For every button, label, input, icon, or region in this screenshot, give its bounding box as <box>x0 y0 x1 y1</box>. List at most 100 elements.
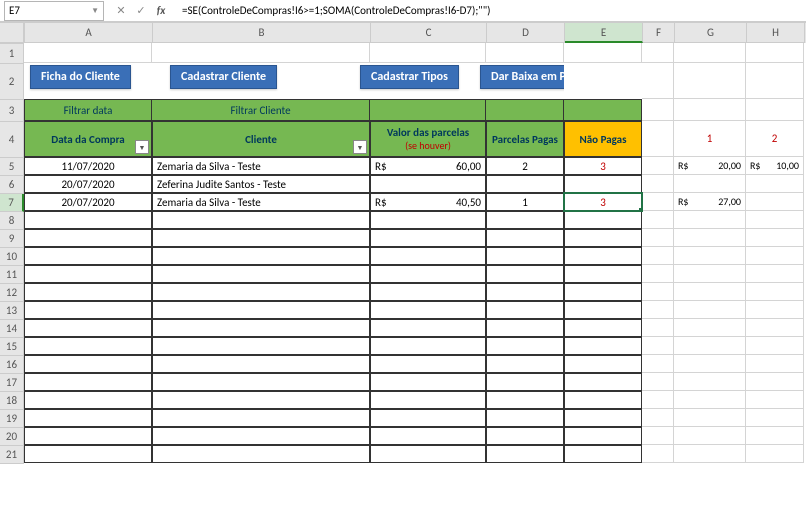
cell-D17[interactable] <box>486 373 564 391</box>
cell-H14[interactable] <box>746 319 804 337</box>
cell-C16[interactable] <box>370 355 486 373</box>
header-cliente[interactable]: Cliente ▼ <box>152 121 370 157</box>
cell-B19[interactable] <box>152 409 370 427</box>
cell-D20[interactable] <box>486 427 564 445</box>
cell-A12[interactable] <box>24 283 152 301</box>
col-header-D[interactable]: D <box>487 23 565 43</box>
cell-H20[interactable] <box>746 427 804 445</box>
cell-G11[interactable] <box>674 265 746 283</box>
cell-H5[interactable]: R$10,00 <box>746 157 804 175</box>
cell-A19[interactable] <box>24 409 152 427</box>
cell-D21[interactable] <box>486 445 564 463</box>
cell-H6[interactable] <box>746 175 804 193</box>
cell-nao-pagas[interactable]: 3 <box>564 193 642 211</box>
cell-F16[interactable] <box>642 355 674 373</box>
cell-H1[interactable] <box>746 43 804 63</box>
cell-H3[interactable] <box>746 99 804 121</box>
cell-E12[interactable] <box>564 283 642 301</box>
cell-B12[interactable] <box>152 283 370 301</box>
filter-dropdown-icon[interactable]: ▼ <box>135 140 149 154</box>
cell-E2[interactable] <box>564 63 642 99</box>
cell-B9[interactable] <box>152 229 370 247</box>
cell-G9[interactable] <box>674 229 746 247</box>
cell-C18[interactable] <box>370 391 486 409</box>
cell-F15[interactable] <box>642 337 674 355</box>
cell-B1[interactable] <box>152 43 370 63</box>
cell-G21[interactable] <box>674 445 746 463</box>
cell-E8[interactable] <box>564 211 642 229</box>
cell-F19[interactable] <box>642 409 674 427</box>
cell-E9[interactable] <box>564 229 642 247</box>
cell-E17[interactable] <box>564 373 642 391</box>
cell-B11[interactable] <box>152 265 370 283</box>
cell-G18[interactable] <box>674 391 746 409</box>
row-header-7[interactable]: 7 <box>0 194 24 212</box>
cell-F18[interactable] <box>642 391 674 409</box>
cell-G1[interactable] <box>674 43 746 63</box>
col-header-B[interactable]: B <box>153 23 371 43</box>
cell-F17[interactable] <box>642 373 674 391</box>
cell-cliente[interactable]: Zemaria da Silva - Teste <box>152 193 370 211</box>
cell-B16[interactable] <box>152 355 370 373</box>
cell-C21[interactable] <box>370 445 486 463</box>
cell-E18[interactable] <box>564 391 642 409</box>
cell-D10[interactable] <box>486 247 564 265</box>
cell-H21[interactable] <box>746 445 804 463</box>
header-valor[interactable]: Valor das parcelas (se houver) <box>370 121 486 157</box>
filter-data[interactable]: Filtrar data <box>24 99 152 121</box>
cell-C9[interactable] <box>370 229 486 247</box>
cell-F12[interactable] <box>642 283 674 301</box>
cell-G14[interactable] <box>674 319 746 337</box>
row-header-10[interactable]: 10 <box>0 248 24 266</box>
cell-D2[interactable]: Dar Baixa em Parcelas <box>486 63 564 99</box>
cell-D19[interactable] <box>486 409 564 427</box>
cell-C15[interactable] <box>370 337 486 355</box>
header-pagas[interactable]: Parcelas Pagas <box>486 121 564 157</box>
select-all-corner[interactable] <box>0 23 24 43</box>
cell-valor[interactable]: R$40,50 <box>370 193 486 211</box>
header-col-1[interactable]: 1 <box>674 121 746 157</box>
row-header-15[interactable]: 15 <box>0 338 24 356</box>
cell-H17[interactable] <box>746 373 804 391</box>
filter-D3[interactable] <box>486 99 564 121</box>
cell-E14[interactable] <box>564 319 642 337</box>
cell-G19[interactable] <box>674 409 746 427</box>
cell-H9[interactable] <box>746 229 804 247</box>
cell-A20[interactable] <box>24 427 152 445</box>
cell-G16[interactable] <box>674 355 746 373</box>
row-header-11[interactable]: 11 <box>0 266 24 284</box>
row-header-6[interactable]: 6 <box>0 176 24 194</box>
cell-A16[interactable] <box>24 355 152 373</box>
cell-pagas[interactable]: 1 <box>486 193 564 211</box>
cell-E20[interactable] <box>564 427 642 445</box>
row-header-8[interactable]: 8 <box>0 212 24 230</box>
col-header-G[interactable]: G <box>675 23 747 43</box>
cell-B18[interactable] <box>152 391 370 409</box>
cell-E16[interactable] <box>564 355 642 373</box>
cell-D8[interactable] <box>486 211 564 229</box>
header-data-compra[interactable]: Data da Compra ▼ <box>24 121 152 157</box>
cell-D18[interactable] <box>486 391 564 409</box>
cell-G13[interactable] <box>674 301 746 319</box>
cell-H10[interactable] <box>746 247 804 265</box>
cell-cliente[interactable]: Zeferina Judite Santos - Teste <box>152 175 370 193</box>
cell-data[interactable]: 20/07/2020 <box>24 193 152 211</box>
cell-H18[interactable] <box>746 391 804 409</box>
cell-F14[interactable] <box>642 319 674 337</box>
cell-D9[interactable] <box>486 229 564 247</box>
formula-input[interactable] <box>178 1 806 21</box>
cell-A9[interactable] <box>24 229 152 247</box>
cell-F13[interactable] <box>642 301 674 319</box>
cell-A2[interactable]: Ficha do Cliente <box>24 63 152 99</box>
cell-G15[interactable] <box>674 337 746 355</box>
col-header-F[interactable]: F <box>643 23 675 43</box>
cell-F2[interactable] <box>642 63 674 99</box>
cell-D13[interactable] <box>486 301 564 319</box>
row-header-19[interactable]: 19 <box>0 410 24 428</box>
col-header-C[interactable]: C <box>371 23 487 43</box>
cell-A18[interactable] <box>24 391 152 409</box>
accept-icon[interactable]: ✓ <box>132 2 150 20</box>
col-header-E[interactable]: E <box>565 23 643 43</box>
row-header-5[interactable]: 5 <box>0 158 24 176</box>
cell-pagas[interactable]: 2 <box>486 157 564 175</box>
